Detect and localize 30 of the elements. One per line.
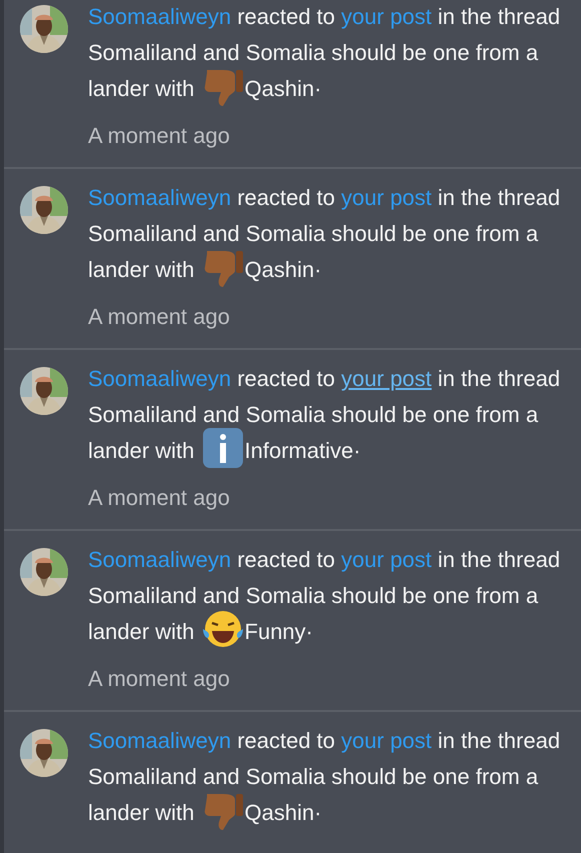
- reaction-label: Qashin·: [244, 76, 322, 101]
- reaction-label: Informative·: [244, 438, 361, 463]
- timestamp: A moment ago: [88, 484, 231, 512]
- reaction-label: Funny·: [244, 619, 313, 644]
- avatar[interactable]: [20, 729, 68, 777]
- avatar[interactable]: [20, 186, 68, 234]
- timestamp: A moment ago: [88, 122, 231, 150]
- timestamp: A moment ago: [88, 303, 231, 332]
- post-link[interactable]: your post: [341, 366, 432, 391]
- info-icon: [200, 426, 245, 470]
- post-link[interactable]: your post: [341, 185, 432, 210]
- alert-message: Soomaaliweyn reacted to your post in the thread Somaliland and Somalia should be one from a lander with Qashin·: [88, 0, 568, 108]
- reaction-label: Qashin·: [244, 257, 322, 282]
- alert-message: Soomaaliweyn reacted to your post in the thread Somaliland and Somalia should be one from a lander with Qashin·: [88, 723, 568, 832]
- username-link[interactable]: Soomaaliweyn: [88, 547, 232, 572]
- avatar[interactable]: [20, 367, 68, 415]
- username-link[interactable]: Soomaaliweyn: [88, 4, 232, 29]
- username-link[interactable]: Soomaaliweyn: [88, 728, 232, 753]
- timestamp: A moment ago: [88, 665, 231, 694]
- alert-message: Soomaaliweyn reacted to your post in the thread Somaliland and Somalia should be one from a lander with Informative·: [88, 361, 568, 470]
- alert-message: Soomaaliweyn reacted to your post in the thread Somaliland and Somalia should be one from a lander with Qashin·: [88, 180, 568, 290]
- post-link[interactable]: your post: [341, 547, 432, 572]
- username-link[interactable]: Soomaaliweyn: [88, 366, 232, 391]
- avatar[interactable]: [20, 5, 68, 53]
- avatar[interactable]: [20, 548, 68, 596]
- post-link[interactable]: your post: [341, 728, 432, 753]
- alert-message: Soomaaliweyn reacted to your post in the thread Somaliland and Somalia should be one from a lander with Funny·: [88, 542, 568, 652]
- reaction-label: Qashin·: [244, 800, 322, 825]
- post-link[interactable]: your post: [341, 4, 432, 29]
- username-link[interactable]: Soomaaliweyn: [88, 185, 232, 210]
